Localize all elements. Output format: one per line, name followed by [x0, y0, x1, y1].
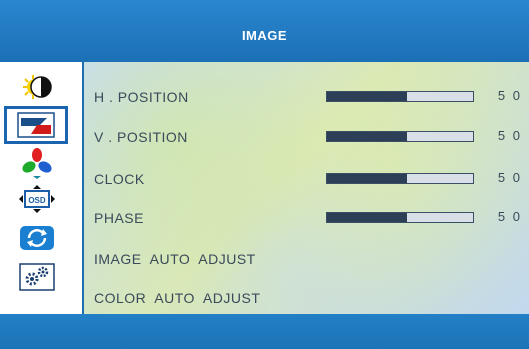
menu-item-label: H . POSITION	[94, 89, 189, 105]
sidebar-item-image[interactable]	[4, 106, 68, 144]
osd-icon: OSD	[17, 184, 57, 214]
settings-icon	[17, 262, 57, 292]
menu-title: IMAGE	[241, 28, 288, 43]
menu-row-color-auto-adjust[interactable]: COLOR AUTO ADJUST	[94, 286, 524, 310]
menu-item-label: IMAGE AUTO ADJUST	[94, 251, 256, 267]
level-bar[interactable]	[326, 131, 474, 142]
menu-item-label: PHASE	[94, 210, 144, 226]
brightness-contrast-icon	[17, 72, 57, 102]
image-icon	[16, 110, 56, 140]
menu-row-image-auto-adjust[interactable]: IMAGE AUTO ADJUST	[94, 247, 524, 271]
sidebar-item-color[interactable]	[6, 144, 68, 182]
level-bar[interactable]	[326, 212, 474, 223]
sidebar-item-osd[interactable]: OSD	[6, 180, 68, 218]
menu-header: IMAGE	[0, 0, 529, 62]
sidebar-item-reset[interactable]	[6, 219, 68, 257]
level-bar[interactable]	[326, 173, 474, 184]
level-bar-fill	[327, 132, 408, 141]
menu-row-v-position[interactable]: V . POSITION 5 0	[94, 125, 524, 149]
menu-content: H . POSITION 5 0 V . POSITION 5 0 CLOCK …	[84, 62, 529, 314]
category-sidebar: OSD	[0, 62, 82, 314]
svg-text:OSD: OSD	[28, 196, 46, 205]
level-bar-fill	[327, 174, 408, 183]
menu-row-h-position[interactable]: H . POSITION 5 0	[94, 85, 524, 109]
sidebar-item-settings[interactable]	[6, 258, 68, 296]
sidebar-item-brightness[interactable]	[6, 68, 68, 106]
level-bar-fill	[327, 213, 408, 222]
menu-item-label: V . POSITION	[94, 129, 188, 145]
menu-item-label: CLOCK	[94, 171, 145, 187]
menu-item-value: 5 0	[497, 209, 522, 224]
reset-icon	[17, 223, 57, 253]
color-icon	[17, 148, 57, 179]
menu-row-phase[interactable]: PHASE 5 0	[94, 206, 524, 230]
menu-item-value: 5 0	[497, 128, 522, 143]
menu-footer	[0, 314, 529, 349]
menu-item-value: 5 0	[497, 88, 522, 103]
level-bar-fill	[327, 92, 408, 101]
menu-item-value: 5 0	[497, 170, 522, 185]
menu-row-clock[interactable]: CLOCK 5 0	[94, 167, 524, 191]
level-bar[interactable]	[326, 91, 474, 102]
menu-item-label: COLOR AUTO ADJUST	[94, 290, 261, 306]
